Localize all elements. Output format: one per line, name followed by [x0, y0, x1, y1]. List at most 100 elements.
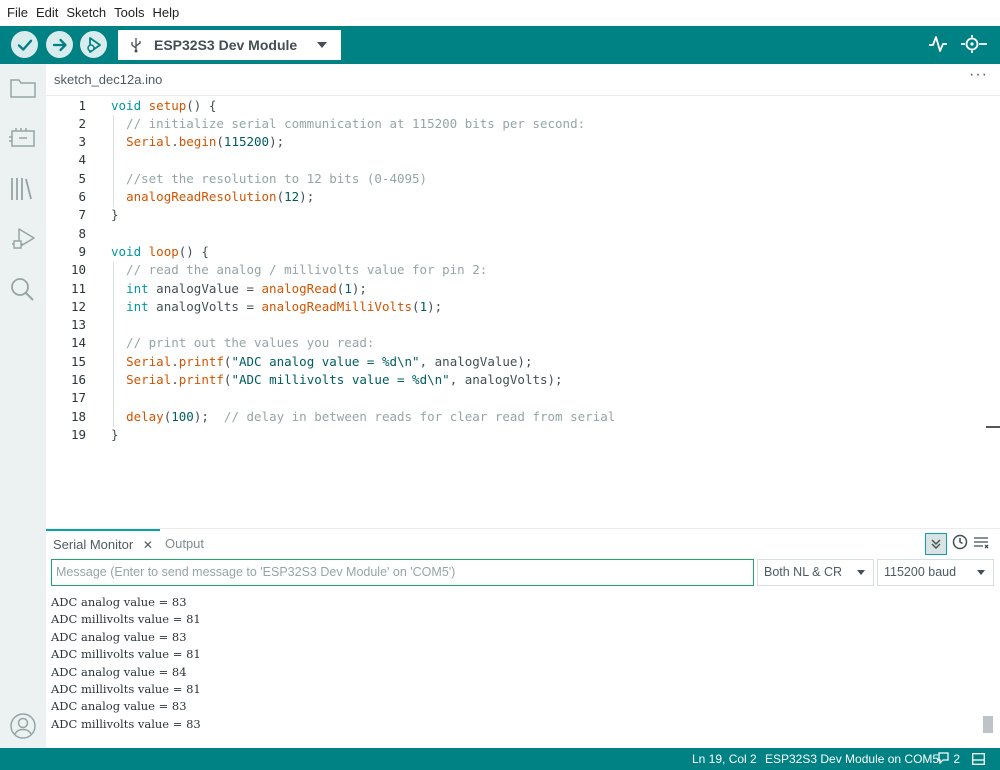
editor-scrollbar[interactable] [986, 96, 1000, 528]
clock-icon[interactable] [952, 534, 968, 550]
tab-serial-monitor-label: Serial Monitor [53, 537, 134, 552]
menu-bar: File Edit Sketch Tools Help [0, 0, 1000, 26]
debug-sidebar-icon[interactable] [9, 226, 37, 252]
serial-line: ADC millivolts value = 81 [51, 612, 201, 627]
debug-button[interactable] [80, 31, 107, 58]
usb-icon [131, 38, 141, 53]
code-token: Serial [126, 372, 172, 387]
menu-tools[interactable]: Tools [110, 0, 148, 26]
line-number: 10 [70, 262, 86, 278]
line-number: 14 [70, 335, 86, 351]
serial-monitor-icon[interactable] [960, 34, 988, 54]
code-token: analogRead [261, 280, 337, 296]
serial-line: ADC analog value = 83 [51, 629, 187, 644]
code-line: Serial.printf("ADC millivolts value = %d… [111, 371, 563, 389]
message-input[interactable]: Message (Enter to send message to 'ESP32… [51, 559, 754, 586]
menu-file[interactable]: File [3, 0, 32, 26]
verify-button[interactable] [11, 31, 38, 58]
serial-plotter-icon[interactable] [928, 34, 948, 54]
scrollbar-position-marker [986, 426, 1000, 428]
upload-button[interactable] [46, 31, 73, 58]
code-line: // initialize serial communication at 11… [111, 115, 585, 133]
library-icon[interactable] [9, 176, 37, 202]
code-token: "ADC analog value = %d\n" [231, 353, 420, 369]
menu-sketch[interactable]: Sketch [62, 0, 110, 26]
code-token: //set the resolution to 12 bits (0-4095) [111, 170, 428, 186]
code-line: //set the resolution to 12 bits (0-4095) [111, 170, 427, 188]
code-token: 100 [171, 408, 194, 424]
code-line: // read the analog / millivolts value fo… [111, 261, 487, 279]
editor-tab-bar: sketch_dec12a.ino ··· [46, 64, 1000, 96]
code-line: int analogVolts = analogReadMilliVolts(1… [111, 298, 442, 316]
chevron-down-icon [857, 570, 865, 575]
serial-scrollbar-thumb[interactable] [983, 716, 993, 733]
code-line: void setup() { [111, 97, 216, 115]
code-token: Serial [126, 134, 172, 150]
board-manager-icon[interactable] [9, 126, 37, 150]
baud-rate-value: 115200 baud [884, 565, 957, 579]
notifications[interactable]: 2 [937, 748, 960, 770]
serial-line: ADC analog value = 83 [51, 699, 187, 714]
line-number: 15 [70, 353, 86, 369]
code-token: void [111, 243, 142, 259]
editor-tab[interactable]: sketch_dec12a.ino [46, 64, 171, 95]
verify-icon [17, 39, 32, 51]
code-token: ); [351, 280, 367, 296]
menu-help[interactable]: Help [148, 0, 183, 26]
more-icon[interactable]: ··· [969, 66, 988, 84]
code-line: } [111, 206, 119, 224]
line-number: 2 [78, 115, 86, 131]
code-token: loop [148, 243, 179, 259]
toolbar: ESP32S3 Dev Module [0, 26, 1000, 64]
cursor-position[interactable]: Ln 19, Col 2 [692, 748, 757, 770]
board-selector[interactable]: ESP32S3 Dev Module [118, 30, 341, 60]
close-icon[interactable]: ✕ [143, 538, 153, 552]
double-chevron-down-icon [931, 539, 941, 549]
code-token: // initialize serial communication at 11… [111, 115, 586, 131]
line-number: 6 [78, 189, 86, 204]
folder-icon[interactable] [9, 76, 37, 100]
search-icon[interactable] [9, 276, 37, 302]
line-number: 8 [78, 225, 86, 241]
tab-serial-monitor[interactable]: Serial Monitor ✕ [46, 529, 160, 559]
code-token: analogVolts = [148, 298, 262, 314]
menu-edit[interactable]: Edit [32, 0, 62, 26]
code-token: ( [412, 298, 420, 314]
account-icon[interactable] [9, 712, 37, 740]
line-ending-select[interactable]: Both NL & CR [757, 559, 874, 586]
line-number: 3 [78, 134, 86, 150]
clear-output-icon[interactable] [973, 536, 989, 550]
indent-guide [113, 115, 114, 207]
code-line: void loop() { [111, 243, 209, 261]
code-token: // read the analog / millivolts value fo… [111, 262, 488, 278]
code-token: printf [178, 372, 224, 387]
serial-line: ADC millivolts value = 81 [51, 647, 201, 662]
board-name: ESP32S3 Dev Module [154, 37, 298, 53]
line-number: 18 [70, 408, 86, 424]
autoscroll-button[interactable] [925, 533, 947, 555]
baud-rate-select[interactable]: 115200 baud [877, 559, 994, 586]
code-token: void [111, 97, 142, 113]
code-line: analogReadResolution(12); [111, 188, 314, 206]
code-token: int [126, 298, 149, 314]
code-token: // delay in between reads for clear read… [223, 408, 616, 424]
code-token: setup [148, 97, 187, 113]
serial-output[interactable]: ADC analog value = 83 ADC millivolts valu… [46, 590, 986, 748]
indent-guide [113, 262, 114, 427]
code-token: ); [299, 189, 315, 204]
tab-output[interactable]: Output [165, 529, 204, 559]
code-token: 1 [419, 298, 428, 314]
code-token: () { [186, 97, 217, 113]
toggle-panel-icon[interactable] [972, 753, 985, 765]
code-token: printf [178, 353, 224, 369]
code-token: Serial [126, 353, 172, 369]
code-token: } [111, 426, 119, 442]
code-token: 115200 [223, 134, 270, 150]
code-editor[interactable]: 1 2 3 4 5 6 7 8 9 10 11 12 13 14 15 16 17 18 19 void setup(… [46, 96, 986, 528]
line-number: 5 [78, 170, 86, 186]
code-token: ); [427, 298, 443, 314]
board-port-status[interactable]: ESP32S3 Dev Module on COM5 [765, 748, 939, 770]
serial-line: ADC millivolts value = 83 [51, 716, 201, 731]
